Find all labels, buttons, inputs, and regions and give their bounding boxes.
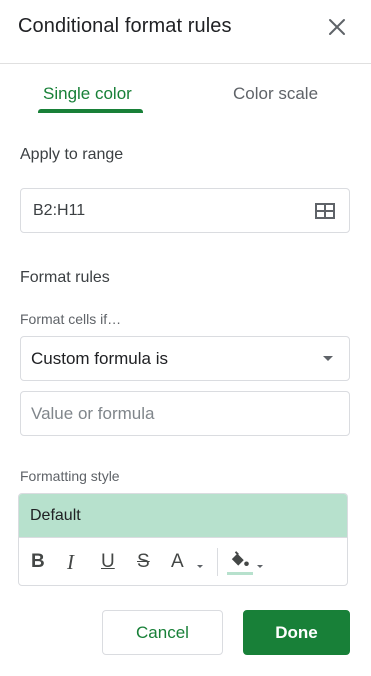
formatting-style-label: Formatting style	[20, 468, 120, 484]
active-tab-indicator	[38, 109, 143, 113]
toolbar-divider	[217, 548, 218, 576]
style-preview[interactable]: Default	[19, 494, 347, 538]
cancel-button[interactable]: Cancel	[102, 610, 223, 655]
dropdown-caret-icon	[323, 356, 333, 361]
fill-color-indicator	[227, 572, 253, 575]
formatting-style-box: Default B I U S A	[18, 493, 348, 586]
panel-title: Conditional format rules	[18, 15, 232, 37]
strikethrough-button[interactable]: S	[137, 550, 150, 574]
fill-color-caret-icon	[257, 565, 263, 568]
panel-header: Conditional format rules	[0, 0, 371, 64]
range-value: B2:H11	[33, 202, 86, 219]
text-color-caret-icon	[197, 565, 203, 568]
format-cells-if-label: Format cells if…	[20, 311, 122, 327]
italic-button[interactable]: I	[67, 550, 74, 574]
grid-select-icon[interactable]	[315, 203, 335, 219]
paint-bucket-icon[interactable]	[227, 550, 255, 572]
value-formula-placeholder: Value or formula	[31, 404, 155, 423]
close-icon[interactable]	[326, 16, 348, 38]
underline-button[interactable]: U	[101, 550, 115, 574]
apply-to-range-label: Apply to range	[20, 146, 124, 163]
tab-color-scale[interactable]: Color scale	[233, 84, 318, 104]
condition-selected-value: Custom formula is	[31, 349, 168, 368]
format-rules-label: Format rules	[20, 269, 110, 286]
range-input[interactable]: B2:H11	[20, 188, 350, 233]
done-button[interactable]: Done	[243, 610, 350, 655]
value-formula-input[interactable]: Value or formula	[20, 391, 350, 436]
style-preview-text: Default	[30, 507, 81, 524]
bold-button[interactable]: B	[31, 550, 45, 574]
tab-single-color[interactable]: Single color	[43, 84, 132, 104]
condition-dropdown[interactable]: Custom formula is	[20, 336, 350, 381]
text-color-button[interactable]: A	[171, 550, 184, 574]
